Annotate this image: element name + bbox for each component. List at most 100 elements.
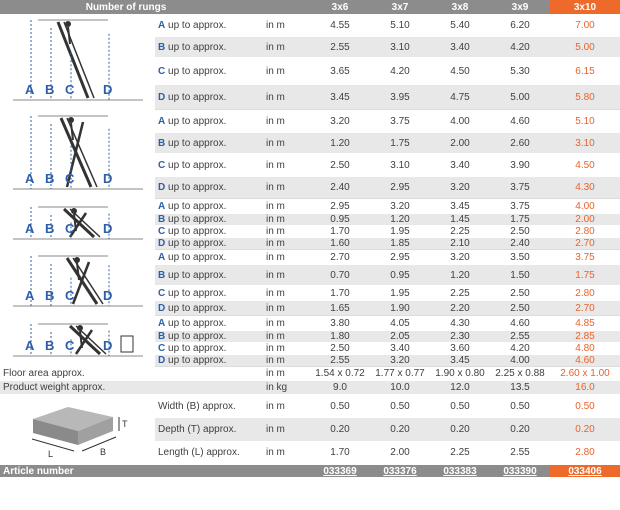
spec-row: ABCDA up to approx. in m 2.70 2.95 3.20 3.50 3… xyxy=(0,249,620,316)
value-cell: 5.00 xyxy=(490,84,550,110)
value-cell: 1.70 xyxy=(310,285,370,301)
spec-row: ABCDA up to approx. in m 2.95 3.20 3.45 3.75 4… xyxy=(0,198,620,250)
header-col-3x10: 3x10 xyxy=(550,0,620,14)
value-cell: 3.95 xyxy=(370,84,430,110)
value-cell: 4.00 xyxy=(550,198,620,214)
value-cell: 4.50 xyxy=(430,57,490,85)
row-label-text: up to approx. xyxy=(168,65,227,77)
value-cell: 2.00 xyxy=(550,213,620,226)
row-letter: D xyxy=(158,91,166,103)
row-unit: in m xyxy=(252,237,310,250)
value-cell: 2.00 xyxy=(430,132,490,154)
row-label: A up to approx. xyxy=(155,249,252,265)
value-cell: 4.85 xyxy=(550,315,620,331)
value-cell: 1.95 xyxy=(370,285,430,301)
value-cell: 2.95 xyxy=(370,176,430,199)
value-cell: 4.50 xyxy=(550,153,620,177)
floor-area-unit: in m xyxy=(252,366,310,381)
article-number-link[interactable]: 033390 xyxy=(503,466,536,477)
value-cell: 2.25 x 0.88 xyxy=(490,366,550,381)
value-cell: 1.70 xyxy=(310,225,370,238)
row-label: C up to approx. xyxy=(155,285,252,301)
row-label-text: up to approx. xyxy=(168,200,227,212)
value-cell: 5.00 xyxy=(550,36,620,58)
value-cell: 2.50 xyxy=(490,225,550,238)
diagram-letter-c: C xyxy=(65,338,75,353)
value-cell: 2.70 xyxy=(550,237,620,250)
box-letter-b: B xyxy=(100,447,106,457)
row-unit: in m xyxy=(252,198,310,214)
article-number-link[interactable]: 033376 xyxy=(383,466,416,477)
box-dimension-unit: in m xyxy=(252,394,310,419)
value-cell: 2.55 xyxy=(490,441,550,466)
value-cell: 2.20 xyxy=(430,300,490,316)
value-cell: 3.20 xyxy=(370,354,430,367)
row-unit: in m xyxy=(252,14,310,37)
value-cell: 3.20 xyxy=(430,176,490,199)
value-cell: 2.50 xyxy=(490,285,550,301)
value-cell: 3.40 xyxy=(370,342,430,355)
value-cell: 4.30 xyxy=(550,176,620,199)
diagram-letter-b: B xyxy=(45,288,54,303)
diagram-letter-d: D xyxy=(103,338,112,353)
value-cell: 2.85 xyxy=(550,330,620,343)
value-cell: 0.50 xyxy=(430,394,490,419)
row-label: B up to approx. xyxy=(155,264,252,286)
value-cell: 4.20 xyxy=(490,36,550,58)
row-unit: in m xyxy=(252,36,310,58)
value-cell: 5.80 xyxy=(550,84,620,110)
header-unit-spacer xyxy=(252,0,310,14)
value-cell: 2.95 xyxy=(370,249,430,265)
value-cell: 2.25 xyxy=(430,285,490,301)
value-cell: 2.50 xyxy=(310,342,370,355)
value-cell: 4.55 xyxy=(310,14,370,37)
value-cell: 5.10 xyxy=(370,14,430,37)
diagram-letter-a: A xyxy=(25,288,35,303)
row-label-text: up to approx. xyxy=(168,302,227,314)
value-cell: 2.50 xyxy=(310,153,370,177)
row-label-text: up to approx. xyxy=(168,214,227,225)
value-cell: 2.55 xyxy=(310,36,370,58)
row-letter: C xyxy=(158,226,166,237)
row-letter: D xyxy=(158,238,166,249)
value-cell: 4.80 xyxy=(550,342,620,355)
value-cell: 1.90 x 0.80 xyxy=(430,366,490,381)
row-letter: B xyxy=(158,331,166,342)
ladder-spec-table: Number of rungs 3x6 3x7 3x8 3x9 3x10 ABC… xyxy=(0,0,620,478)
article-number-link[interactable]: 033383 xyxy=(443,466,476,477)
row-label: A up to approx. xyxy=(155,14,252,37)
article-number-link[interactable]: 033369 xyxy=(323,466,356,477)
value-cell: 1.54 x 0.72 xyxy=(310,366,370,381)
row-label-text: up to approx. xyxy=(168,331,227,342)
row-unit: in m xyxy=(252,153,310,177)
value-cell: 3.65 xyxy=(310,57,370,85)
value-cell: 4.60 xyxy=(490,315,550,331)
value-cell: 3.75 xyxy=(370,109,430,133)
row-unit: in m xyxy=(252,132,310,154)
row-unit: in m xyxy=(252,109,310,133)
box-dimension-label: Width (B) approx. xyxy=(155,394,252,419)
value-cell: 3.45 xyxy=(430,198,490,214)
row-label: C up to approx. xyxy=(155,57,252,85)
value-cell: 0.50 xyxy=(370,394,430,419)
row-label: C up to approx. xyxy=(155,153,252,177)
value-cell: 4.20 xyxy=(370,57,430,85)
row-label-text: up to approx. xyxy=(168,287,227,299)
row-letter: C xyxy=(158,343,166,354)
header-row: Number of rungs 3x6 3x7 3x8 3x9 3x10 xyxy=(0,0,620,14)
diagram-letter-d: D xyxy=(103,288,112,303)
row-label-text: up to approx. xyxy=(168,343,227,354)
diagram-letter-b: B xyxy=(45,338,54,353)
article-number-cell: 033383 xyxy=(430,464,490,478)
value-cell: 2.80 xyxy=(550,225,620,238)
article-number-link[interactable]: 033406 xyxy=(568,465,602,477)
value-cell: 3.75 xyxy=(490,176,550,199)
floor-area-row: Floor area approx. in m 1.54 x 0.72 1.77 x … xyxy=(0,366,620,381)
diagram-letter-d: D xyxy=(103,171,112,186)
value-cell: 0.95 xyxy=(310,213,370,226)
row-letter: C xyxy=(158,159,166,171)
row-unit: in m xyxy=(252,249,310,265)
row-label: B up to approx. xyxy=(155,330,252,343)
row-label-text: up to approx. xyxy=(168,182,227,193)
row-label-text: up to approx. xyxy=(168,226,227,237)
